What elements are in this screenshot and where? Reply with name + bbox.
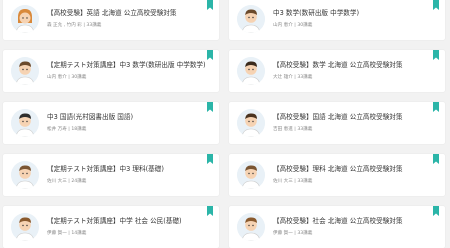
course-grid: 【高校受験】英語 北海道 公立高校受験対策 森 正允 , 竹内 彩 | 33講義…	[0, 0, 450, 248]
course-meta: 佐川 大三 | 33講義	[273, 179, 313, 184]
course-meta: 吉田 恵進 | 33講義	[273, 127, 313, 132]
teacher-avatar-icon	[11, 57, 39, 85]
lesson-count: 30講義	[71, 75, 87, 80]
lesson-count: 33講義	[297, 127, 313, 132]
course-card[interactable]: 中3 数学(数研出版 中学数学) 山内 恵介 | 30講義	[229, 0, 445, 40]
teacher-avatar-icon	[237, 109, 265, 137]
lesson-count: 33講義	[86, 23, 102, 28]
lesson-count: 33講義	[297, 75, 313, 80]
lesson-count: 24講義	[71, 179, 87, 184]
course-title: 【定期テスト対策講座】中3 理科(基礎)	[47, 165, 164, 173]
teacher-avatar-icon	[11, 109, 39, 137]
bookmark-icon[interactable]	[433, 206, 439, 216]
teacher-avatar-icon	[237, 5, 265, 33]
course-card[interactable]: 【高校受験】英語 北海道 公立高校受験対策 森 正允 , 竹内 彩 | 33講義	[3, 0, 219, 40]
lesson-count: 18講義	[71, 127, 87, 132]
teacher-name: 山内 恵介	[47, 75, 67, 80]
teacher-name: 伊藤 賀一	[273, 231, 293, 236]
teacher-avatar-icon	[237, 161, 265, 189]
course-title: 【高校受験】英語 北海道 公立高校受験対策	[47, 9, 177, 17]
bookmark-icon[interactable]	[433, 102, 439, 112]
teacher-name: 大辻 雄介	[273, 75, 293, 80]
lesson-count: 14講義	[71, 231, 87, 236]
teacher-name: 佐川 大三	[273, 179, 293, 184]
lesson-count: 30講義	[297, 23, 313, 28]
course-card[interactable]: 中3 国語(光村図書出版 国語) 松井 万寿 | 18講義	[3, 102, 219, 144]
bookmark-icon[interactable]	[207, 50, 213, 60]
bookmark-icon[interactable]	[207, 206, 213, 216]
course-title: 【高校受験】数学 北海道 公立高校受験対策	[273, 61, 403, 69]
course-title: 【定期テスト対策講座】中3 数学(数研出版 中学数学)	[47, 61, 206, 69]
course-card[interactable]: 【高校受験】社会 北海道 公立高校受験対策 伊藤 賀一 | 33講義	[229, 206, 445, 248]
bookmark-icon[interactable]	[207, 0, 213, 10]
teacher-name: 吉田 恵進	[273, 127, 293, 132]
teacher-avatar-icon	[11, 213, 39, 241]
course-card[interactable]: 【定期テスト対策講座】中学 社会 公民(基礎) 伊藤 賀一 | 14講義	[3, 206, 219, 248]
bookmark-icon[interactable]	[207, 154, 213, 164]
lesson-count: 33講義	[297, 179, 313, 184]
course-meta: 山内 恵介 | 30講義	[273, 23, 313, 28]
course-card[interactable]: 【高校受験】数学 北海道 公立高校受験対策 大辻 雄介 | 33講義	[229, 50, 445, 92]
bookmark-icon[interactable]	[433, 154, 439, 164]
course-meta: 森 正允 , 竹内 彩 | 33講義	[47, 23, 102, 28]
course-title: 【定期テスト対策講座】中学 社会 公民(基礎)	[47, 217, 182, 225]
course-card[interactable]: 【定期テスト対策講座】中3 理科(基礎) 佐川 大三 | 24講義	[3, 154, 219, 196]
course-card[interactable]: 【定期テスト対策講座】中3 数学(数研出版 中学数学) 山内 恵介 | 30講義	[3, 50, 219, 92]
teacher-name: 山内 恵介	[273, 23, 293, 28]
lesson-count: 33講義	[297, 231, 313, 236]
course-meta: 山内 恵介 | 30講義	[47, 75, 87, 80]
teacher-avatar-icon	[237, 57, 265, 85]
course-meta: 伊藤 賀一 | 33講義	[273, 231, 313, 236]
course-card[interactable]: 【高校受験】理科 北海道 公立高校受験対策 佐川 大三 | 33講義	[229, 154, 445, 196]
course-card[interactable]: 【高校受験】国語 北海道 公立高校受験対策 吉田 恵進 | 33講義	[229, 102, 445, 144]
bookmark-icon[interactable]	[207, 102, 213, 112]
course-title: 【高校受験】国語 北海道 公立高校受験対策	[273, 113, 403, 121]
course-meta: 松井 万寿 | 18講義	[47, 127, 87, 132]
teacher-name: 松井 万寿	[47, 127, 67, 132]
course-title: 中3 国語(光村図書出版 国語)	[47, 113, 134, 121]
teacher-avatar-icon	[237, 213, 265, 241]
teacher-name: 森 正允 , 竹内 彩	[47, 23, 82, 28]
bookmark-icon[interactable]	[433, 50, 439, 60]
teacher-avatar-icon	[11, 161, 39, 189]
course-meta: 大辻 雄介 | 33講義	[273, 75, 313, 80]
teacher-avatar-icon	[11, 5, 39, 33]
course-meta: 佐川 大三 | 24講義	[47, 179, 87, 184]
course-title: 【高校受験】理科 北海道 公立高校受験対策	[273, 165, 403, 173]
course-title: 【高校受験】社会 北海道 公立高校受験対策	[273, 217, 403, 225]
teacher-name: 佐川 大三	[47, 179, 67, 184]
bookmark-icon[interactable]	[433, 0, 439, 10]
course-title: 中3 数学(数研出版 中学数学)	[273, 9, 360, 17]
teacher-name: 伊藤 賀一	[47, 231, 67, 236]
course-meta: 伊藤 賀一 | 14講義	[47, 231, 87, 236]
